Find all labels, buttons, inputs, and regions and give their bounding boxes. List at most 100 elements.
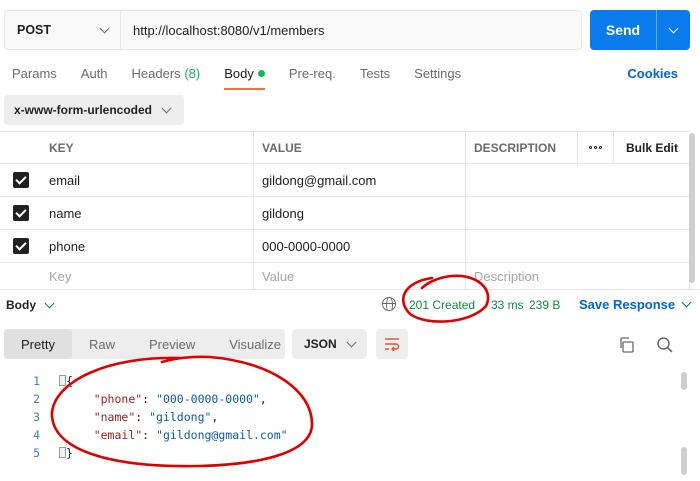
send-label[interactable]: Send bbox=[590, 10, 656, 50]
code-scrollbar[interactable] bbox=[681, 372, 687, 390]
chevron-down-icon bbox=[346, 337, 357, 347]
cookies-link[interactable]: Cookies bbox=[627, 66, 678, 81]
globe-icon[interactable] bbox=[382, 297, 396, 311]
tab-tests[interactable]: Tests bbox=[348, 58, 402, 90]
value-input[interactable]: 000-0000-0000 bbox=[254, 230, 466, 262]
value-input[interactable]: gildong bbox=[254, 197, 466, 229]
table-row-new: Key Value Description bbox=[0, 263, 690, 289]
format-label: JSON bbox=[304, 337, 337, 351]
method-label: POST bbox=[17, 23, 52, 37]
send-options-button[interactable] bbox=[656, 10, 690, 50]
chevron-down-icon bbox=[668, 23, 679, 33]
json-key: "phone" bbox=[93, 392, 143, 406]
headers-count-badge: (8) bbox=[184, 66, 201, 81]
json-sep: , bbox=[211, 410, 219, 424]
search-icon[interactable] bbox=[656, 336, 674, 354]
tab-params[interactable]: Params bbox=[0, 58, 69, 90]
header-check-cell bbox=[0, 132, 41, 163]
status-badge[interactable]: 201 Created bbox=[409, 298, 475, 312]
method-select[interactable]: POST bbox=[5, 11, 121, 49]
fold-end-icon bbox=[59, 447, 66, 458]
request-tabs: Params Auth Headers (8) Body Pre-req. Te… bbox=[0, 58, 473, 90]
checkbox-checked-icon bbox=[12, 238, 29, 254]
form-params-table: KEY VALUE DESCRIPTION Bulk Edit email gi… bbox=[0, 131, 690, 289]
row-checkbox[interactable] bbox=[0, 230, 41, 262]
save-response-button[interactable]: Save Response bbox=[579, 297, 692, 312]
fold-toggle-icon[interactable] bbox=[59, 375, 66, 386]
value-input[interactable]: gildong@gmail.com bbox=[254, 164, 466, 196]
tab-raw[interactable]: Raw bbox=[72, 329, 132, 359]
chevron-down-icon bbox=[99, 23, 110, 33]
tab-visualize[interactable]: Visualize bbox=[212, 329, 298, 359]
wrap-lines-icon bbox=[385, 338, 400, 351]
tab-body[interactable]: Body bbox=[212, 58, 277, 90]
code-text: { bbox=[66, 374, 73, 388]
checkbox-checked-icon bbox=[12, 172, 29, 188]
table-row: name gildong bbox=[0, 197, 690, 230]
code-line: 1 { bbox=[0, 372, 680, 390]
request-bar: POST http://localhost:8080/v1/members bbox=[4, 10, 582, 50]
response-section-label: Body bbox=[6, 298, 36, 312]
chevron-down-icon bbox=[44, 298, 55, 308]
new-key-input[interactable]: Key bbox=[41, 263, 254, 289]
more-options-button[interactable] bbox=[578, 132, 614, 163]
tab-preview[interactable]: Preview bbox=[132, 329, 212, 359]
body-type-label: x-www-form-urlencoded bbox=[14, 103, 153, 117]
table-row: email gildong@gmail.com bbox=[0, 164, 690, 197]
row-checkbox[interactable] bbox=[0, 164, 41, 196]
response-size[interactable]: 239 B bbox=[529, 298, 560, 312]
response-view-tabs: Pretty Raw Preview Visualize bbox=[4, 329, 285, 359]
code-line: 4 "email": "gildong@gmail.com" bbox=[0, 426, 680, 444]
response-body-select[interactable]: Body bbox=[6, 298, 55, 312]
row-checkbox[interactable] bbox=[0, 197, 41, 229]
response-divider bbox=[0, 289, 700, 290]
line-number: 2 bbox=[33, 392, 40, 406]
tab-body-label: Body bbox=[224, 66, 254, 81]
chevron-down-icon bbox=[161, 103, 172, 113]
format-select[interactable]: JSON bbox=[292, 329, 367, 359]
header-value: VALUE bbox=[254, 132, 466, 163]
chevron-down-icon bbox=[681, 297, 692, 308]
body-active-dot-icon bbox=[257, 70, 265, 77]
send-button[interactable]: Send bbox=[590, 10, 690, 50]
line-number: 1 bbox=[33, 374, 40, 388]
new-value-input[interactable]: Value bbox=[254, 263, 466, 289]
copy-icon[interactable] bbox=[618, 337, 634, 353]
json-value: "gildong@gmail.com" bbox=[156, 428, 288, 442]
bulk-edit-button[interactable]: Bulk Edit bbox=[614, 132, 690, 163]
tab-headers-label: Headers bbox=[131, 66, 181, 81]
json-value: "000-0000-0000" bbox=[156, 392, 260, 406]
key-input[interactable]: email bbox=[41, 164, 254, 196]
line-number: 4 bbox=[33, 428, 40, 442]
new-description-input[interactable]: Description bbox=[466, 263, 690, 289]
json-key: "name" bbox=[93, 410, 136, 424]
json-sep: , bbox=[259, 392, 267, 406]
key-input[interactable]: phone bbox=[41, 230, 254, 262]
header-description: DESCRIPTION bbox=[466, 132, 578, 163]
tab-settings[interactable]: Settings bbox=[402, 58, 473, 90]
tab-pretty[interactable]: Pretty bbox=[4, 329, 72, 359]
wrap-lines-button[interactable] bbox=[376, 329, 408, 359]
code-scrollbar-lower[interactable] bbox=[681, 447, 687, 475]
description-input[interactable] bbox=[466, 197, 690, 229]
row-checkbox-empty bbox=[0, 263, 41, 289]
description-input[interactable] bbox=[466, 230, 690, 262]
code-line: 2 "phone": "000-0000-0000", bbox=[0, 390, 680, 408]
response-code-view: 1 { 2 "phone": "000-0000-0000", 3 "name"… bbox=[0, 372, 680, 462]
tab-pre-request[interactable]: Pre-req. bbox=[277, 58, 348, 90]
url-input[interactable]: http://localhost:8080/v1/members bbox=[121, 11, 581, 49]
table-header-row: KEY VALUE DESCRIPTION Bulk Edit bbox=[0, 132, 690, 164]
code-line: 3 "name": "gildong", bbox=[0, 408, 680, 426]
body-type-select[interactable]: x-www-form-urlencoded bbox=[4, 95, 184, 125]
tab-headers[interactable]: Headers (8) bbox=[120, 58, 213, 90]
line-number: 3 bbox=[33, 410, 40, 424]
key-input[interactable]: name bbox=[41, 197, 254, 229]
table-scrollbar[interactable] bbox=[689, 133, 695, 283]
tab-auth[interactable]: Auth bbox=[69, 58, 120, 90]
checkbox-checked-icon bbox=[12, 205, 29, 221]
line-number: 5 bbox=[33, 446, 40, 460]
description-input[interactable] bbox=[466, 164, 690, 196]
save-response-label: Save Response bbox=[579, 297, 676, 312]
header-key: KEY bbox=[41, 132, 254, 163]
response-time[interactable]: 33 ms bbox=[491, 298, 524, 312]
